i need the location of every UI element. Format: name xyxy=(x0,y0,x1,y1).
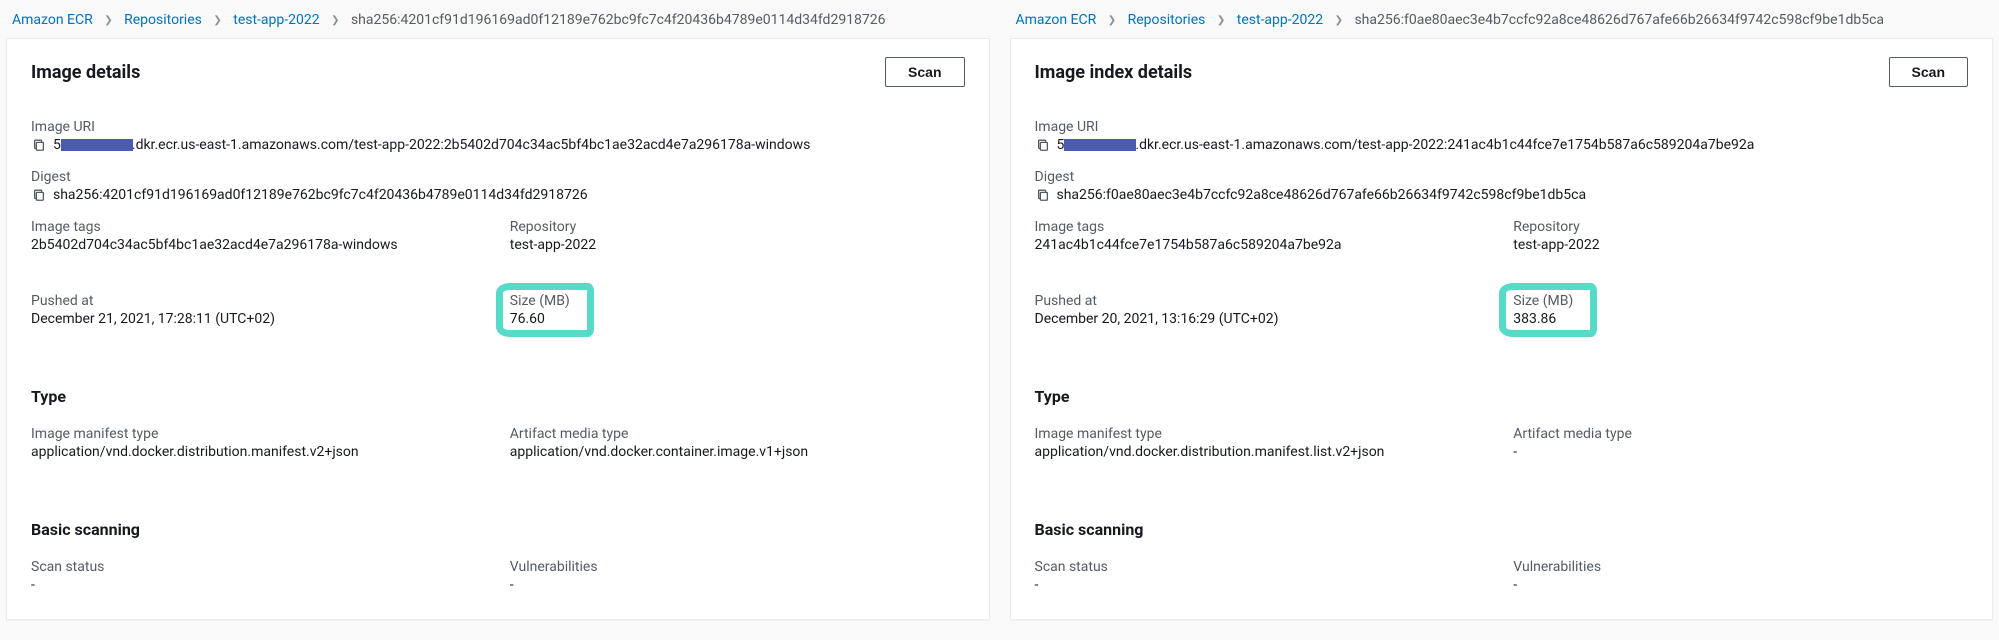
digest-label: Digest xyxy=(1035,169,1969,185)
digest-label: Digest xyxy=(31,169,965,185)
breadcrumb-link-root[interactable]: Amazon ECR xyxy=(1016,12,1097,28)
scan-button[interactable]: Scan xyxy=(885,57,964,87)
scanning-heading: Basic scanning xyxy=(31,520,965,539)
artifact-media-label: Artifact media type xyxy=(510,426,965,442)
type-heading: Type xyxy=(31,387,965,406)
page-title: Image details xyxy=(31,62,140,83)
breadcrumb: Amazon ECR ❯ Repositories ❯ test-app-202… xyxy=(1010,6,1994,38)
size-label: Size (MB) xyxy=(510,293,570,309)
pushed-at-label: Pushed at xyxy=(31,293,486,309)
breadcrumb-current: sha256:4201cf91d196169ad0f12189e762bc9fc… xyxy=(351,12,886,28)
chevron-right-icon: ❯ xyxy=(331,16,339,26)
manifest-type-label: Image manifest type xyxy=(31,426,486,442)
manifest-type-label: Image manifest type xyxy=(1035,426,1490,442)
image-uri-value: 5 .dkr.ecr.us-east-1.amazonaws.com/test-a… xyxy=(53,137,810,153)
image-uri-value: 5 .dkr.ecr.us-east-1.amazonaws.com/test-a… xyxy=(1057,137,1755,153)
artifact-media-value: - xyxy=(1513,444,1968,460)
pushed-at-value: December 20, 2021, 13:16:29 (UTC+02) xyxy=(1035,311,1490,327)
chevron-right-icon: ❯ xyxy=(1217,16,1225,26)
artifact-media-value: application/vnd.docker.container.image.v… xyxy=(510,444,965,460)
digest-value: sha256:4201cf91d196169ad0f12189e762bc9fc… xyxy=(53,187,588,203)
manifest-type-value: application/vnd.docker.distribution.mani… xyxy=(31,444,486,460)
chevron-right-icon: ❯ xyxy=(1108,16,1116,26)
size-label: Size (MB) xyxy=(1513,293,1573,309)
breadcrumb-link-repo[interactable]: test-app-2022 xyxy=(1237,12,1323,28)
image-uri-label: Image URI xyxy=(31,119,965,135)
size-value: 383.86 xyxy=(1513,311,1573,327)
details-card: Image index details Scan Image URI 5 .dkr… xyxy=(1010,38,1994,620)
chevron-right-icon: ❯ xyxy=(213,16,221,26)
vulnerabilities-label: Vulnerabilities xyxy=(1513,559,1968,575)
image-tags-label: Image tags xyxy=(31,219,486,235)
redaction xyxy=(61,139,133,151)
copy-icon[interactable] xyxy=(31,137,47,153)
size-value: 76.60 xyxy=(510,311,570,327)
pane-image-index-details: Amazon ECR ❯ Repositories ❯ test-app-202… xyxy=(1010,6,1994,620)
image-uri-suffix: .dkr.ecr.us-east-1.amazonaws.com/test-ap… xyxy=(1135,137,1754,153)
size-highlight: Size (MB) 76.60 xyxy=(510,293,570,327)
type-heading: Type xyxy=(1035,387,1969,406)
repository-value: test-app-2022 xyxy=(510,237,965,253)
repository-label: Repository xyxy=(510,219,965,235)
size-highlight: Size (MB) 383.86 xyxy=(1513,293,1573,327)
scan-status-label: Scan status xyxy=(1035,559,1490,575)
redaction xyxy=(1064,139,1136,151)
scan-status-value: - xyxy=(1035,577,1490,593)
redaction: 5 xyxy=(1057,137,1065,153)
breadcrumb-link-repositories[interactable]: Repositories xyxy=(124,12,202,28)
image-uri-suffix: .dkr.ecr.us-east-1.amazonaws.com/test-ap… xyxy=(132,137,811,153)
artifact-media-label: Artifact media type xyxy=(1513,426,1968,442)
details-card: Image details Scan Image URI 5 .dkr.ecr.u… xyxy=(6,38,990,620)
scan-status-label: Scan status xyxy=(31,559,486,575)
breadcrumb-link-repositories[interactable]: Repositories xyxy=(1128,12,1206,28)
image-tags-value: 2b5402d704c34ac5bf4bc1ae32acd4e7a296178a… xyxy=(31,237,486,253)
scan-status-value: - xyxy=(31,577,486,593)
breadcrumb-link-repo[interactable]: test-app-2022 xyxy=(233,12,319,28)
pushed-at-value: December 21, 2021, 17:28:11 (UTC+02) xyxy=(31,311,486,327)
copy-icon[interactable] xyxy=(1035,137,1051,153)
copy-icon[interactable] xyxy=(1035,187,1051,203)
breadcrumb: Amazon ECR ❯ Repositories ❯ test-app-202… xyxy=(6,6,990,38)
chevron-right-icon: ❯ xyxy=(1335,16,1343,26)
breadcrumb-link-root[interactable]: Amazon ECR xyxy=(12,12,93,28)
page-title: Image index details xyxy=(1035,62,1193,83)
digest-value: sha256:f0ae80aec3e4b7ccfc92a8ce48626d767… xyxy=(1057,187,1587,203)
repository-value: test-app-2022 xyxy=(1513,237,1968,253)
chevron-right-icon: ❯ xyxy=(104,16,112,26)
redaction: 5 xyxy=(53,137,61,153)
scanning-heading: Basic scanning xyxy=(1035,520,1969,539)
scan-button[interactable]: Scan xyxy=(1889,57,1968,87)
vulnerabilities-value: - xyxy=(510,577,965,593)
vulnerabilities-value: - xyxy=(1513,577,1968,593)
breadcrumb-current: sha256:f0ae80aec3e4b7ccfc92a8ce48626d767… xyxy=(1354,12,1884,28)
copy-icon[interactable] xyxy=(31,187,47,203)
image-tags-label: Image tags xyxy=(1035,219,1490,235)
vulnerabilities-label: Vulnerabilities xyxy=(510,559,965,575)
repository-label: Repository xyxy=(1513,219,1968,235)
image-uri-label: Image URI xyxy=(1035,119,1969,135)
image-tags-value: 241ac4b1c44fce7e1754b587a6c589204a7be92a xyxy=(1035,237,1490,253)
pane-image-details: Amazon ECR ❯ Repositories ❯ test-app-202… xyxy=(6,6,990,620)
pushed-at-label: Pushed at xyxy=(1035,293,1490,309)
manifest-type-value: application/vnd.docker.distribution.mani… xyxy=(1035,444,1490,460)
